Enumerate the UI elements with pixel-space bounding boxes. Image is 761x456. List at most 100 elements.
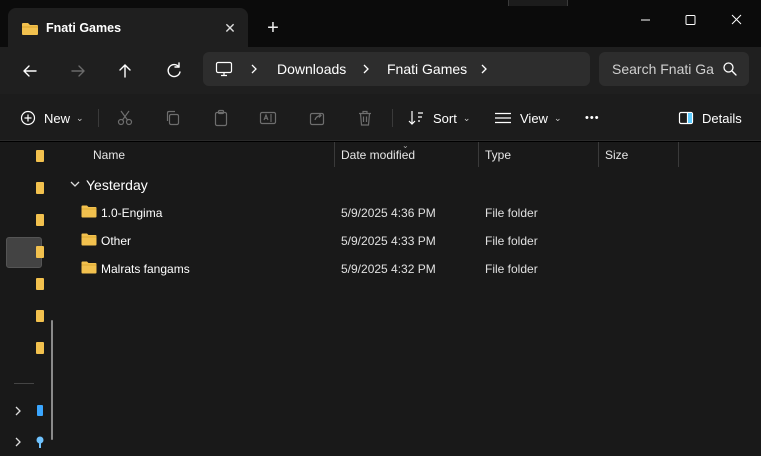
sort-icon — [408, 111, 423, 125]
column-header-size[interactable]: Size — [605, 148, 628, 162]
new-tab-button[interactable]: + — [262, 17, 284, 39]
column-headers: Name ⌄ Date modified Type Size — [62, 141, 761, 168]
share-icon — [309, 112, 325, 126]
column-header-name[interactable]: Name — [93, 148, 125, 162]
file-date-modified: 5/9/2025 4:33 PM — [341, 234, 436, 248]
details-button[interactable]: Details — [678, 106, 742, 130]
nav-folder-icon[interactable] — [36, 246, 44, 258]
sort-button[interactable]: Sort ⌄ — [407, 106, 470, 130]
more-options-button[interactable]: ••• — [585, 106, 600, 130]
table-row[interactable]: Malrats fangams 5/9/2025 4:32 PM File fo… — [62, 255, 761, 283]
cut-button[interactable] — [116, 106, 134, 130]
arrow-up-icon — [119, 64, 131, 78]
file-date-modified: 5/9/2025 4:36 PM — [341, 206, 436, 220]
minimize-button[interactable] — [623, 6, 667, 34]
column-divider[interactable] — [334, 142, 335, 167]
tab-fnati-games[interactable]: Fnati Games ✕ — [8, 8, 248, 47]
background-window-edge — [508, 0, 568, 6]
view-button[interactable]: View ⌄ — [494, 106, 562, 130]
breadcrumb-chevron-icon[interactable] — [361, 62, 371, 79]
file-type: File folder — [485, 206, 538, 220]
rename-button[interactable] — [259, 106, 277, 130]
breadcrumb-chevron-icon[interactable] — [479, 62, 489, 79]
table-row[interactable]: 1.0-Engima 5/9/2025 4:36 PM File folder — [62, 199, 761, 227]
column-divider[interactable] — [478, 142, 479, 167]
folder-icon — [81, 261, 97, 277]
folder-icon — [81, 205, 97, 221]
new-button[interactable]: New ⌄ — [20, 106, 84, 130]
nav-scrollbar[interactable] — [51, 320, 53, 440]
sort-label: Sort — [433, 110, 457, 126]
maximize-button[interactable] — [668, 6, 712, 34]
up-button[interactable] — [111, 57, 139, 85]
navigation-pane — [0, 142, 62, 456]
file-list: Name ⌄ Date modified Type Size Yesterday… — [62, 141, 761, 456]
collapse-chevron-icon[interactable] — [70, 180, 80, 191]
file-name: Malrats fangams — [101, 262, 190, 276]
details-label: Details — [702, 110, 742, 126]
file-name: Other — [101, 234, 132, 248]
copy-button[interactable] — [164, 106, 182, 130]
refresh-button[interactable] — [160, 57, 188, 85]
search-box[interactable] — [599, 52, 749, 86]
nav-folder-icon[interactable] — [36, 310, 44, 322]
breadcrumb-chevron-icon[interactable] — [249, 62, 259, 79]
nav-folder-icon[interactable] — [36, 150, 44, 162]
address-row: Downloads Fnati Games — [0, 47, 761, 94]
file-name: 1.0-Engima — [101, 206, 163, 220]
toolbar-divider — [392, 109, 393, 127]
nav-folder-icon[interactable] — [36, 182, 44, 194]
folder-icon — [21, 22, 39, 39]
folder-icon — [81, 233, 97, 249]
plus-circle-icon — [20, 110, 36, 126]
expand-chevron-icon[interactable] — [14, 437, 22, 450]
address-bar[interactable]: Downloads Fnati Games — [203, 52, 590, 86]
search-input[interactable] — [612, 60, 714, 78]
file-type: File folder — [485, 234, 538, 248]
close-tab-icon[interactable]: ✕ — [222, 20, 238, 36]
command-bar: New ⌄ Sort ⌄ View ⌄ ••• Details — [0, 94, 761, 141]
rename-icon — [259, 111, 277, 125]
file-date-modified: 5/9/2025 4:32 PM — [341, 262, 436, 276]
nav-folder-icon[interactable] — [36, 342, 44, 354]
trash-icon — [359, 110, 371, 126]
copy-icon — [166, 110, 180, 126]
table-row[interactable]: Other 5/9/2025 4:33 PM File folder — [62, 227, 761, 255]
close-window-button[interactable] — [714, 6, 758, 34]
column-header-type[interactable]: Type — [485, 148, 511, 162]
file-type: File folder — [485, 262, 538, 276]
chevron-down-icon: ⌄ — [462, 112, 471, 123]
view-label: View — [520, 110, 548, 126]
tab-title: Fnati Games — [46, 21, 122, 35]
this-pc-nav-icon[interactable] — [36, 405, 44, 417]
arrow-right-icon — [71, 65, 85, 77]
nav-divider — [14, 383, 34, 384]
share-button[interactable] — [308, 106, 326, 130]
more-icon: ••• — [585, 112, 600, 124]
column-divider[interactable] — [678, 142, 679, 167]
nav-folder-icon[interactable] — [36, 278, 44, 290]
toolbar-divider — [98, 109, 99, 127]
search-icon[interactable] — [722, 61, 738, 80]
chevron-down-icon: ⌄ — [553, 112, 562, 123]
details-pane-icon — [678, 111, 694, 125]
nav-folder-icon[interactable] — [36, 214, 44, 226]
network-nav-icon[interactable] — [36, 436, 44, 448]
chevron-down-icon: ⌄ — [76, 112, 84, 123]
new-label: New — [44, 110, 71, 126]
group-header-yesterday[interactable]: Yesterday — [70, 177, 148, 193]
paste-button[interactable] — [212, 106, 230, 130]
back-button[interactable] — [16, 57, 44, 85]
column-divider[interactable] — [598, 142, 599, 167]
forward-button[interactable] — [64, 57, 92, 85]
delete-button[interactable] — [356, 106, 374, 130]
column-header-date-modified[interactable]: Date modified — [341, 148, 415, 162]
title-bar: Fnati Games ✕ + — [0, 0, 761, 47]
breadcrumb-downloads[interactable]: Downloads — [277, 61, 346, 77]
expand-chevron-icon[interactable] — [14, 406, 22, 419]
breadcrumb-fnati-games[interactable]: Fnati Games — [387, 61, 467, 77]
this-pc-icon[interactable] — [215, 61, 233, 80]
scissors-icon — [117, 110, 133, 126]
group-title: Yesterday — [86, 177, 148, 193]
refresh-icon — [167, 62, 181, 78]
